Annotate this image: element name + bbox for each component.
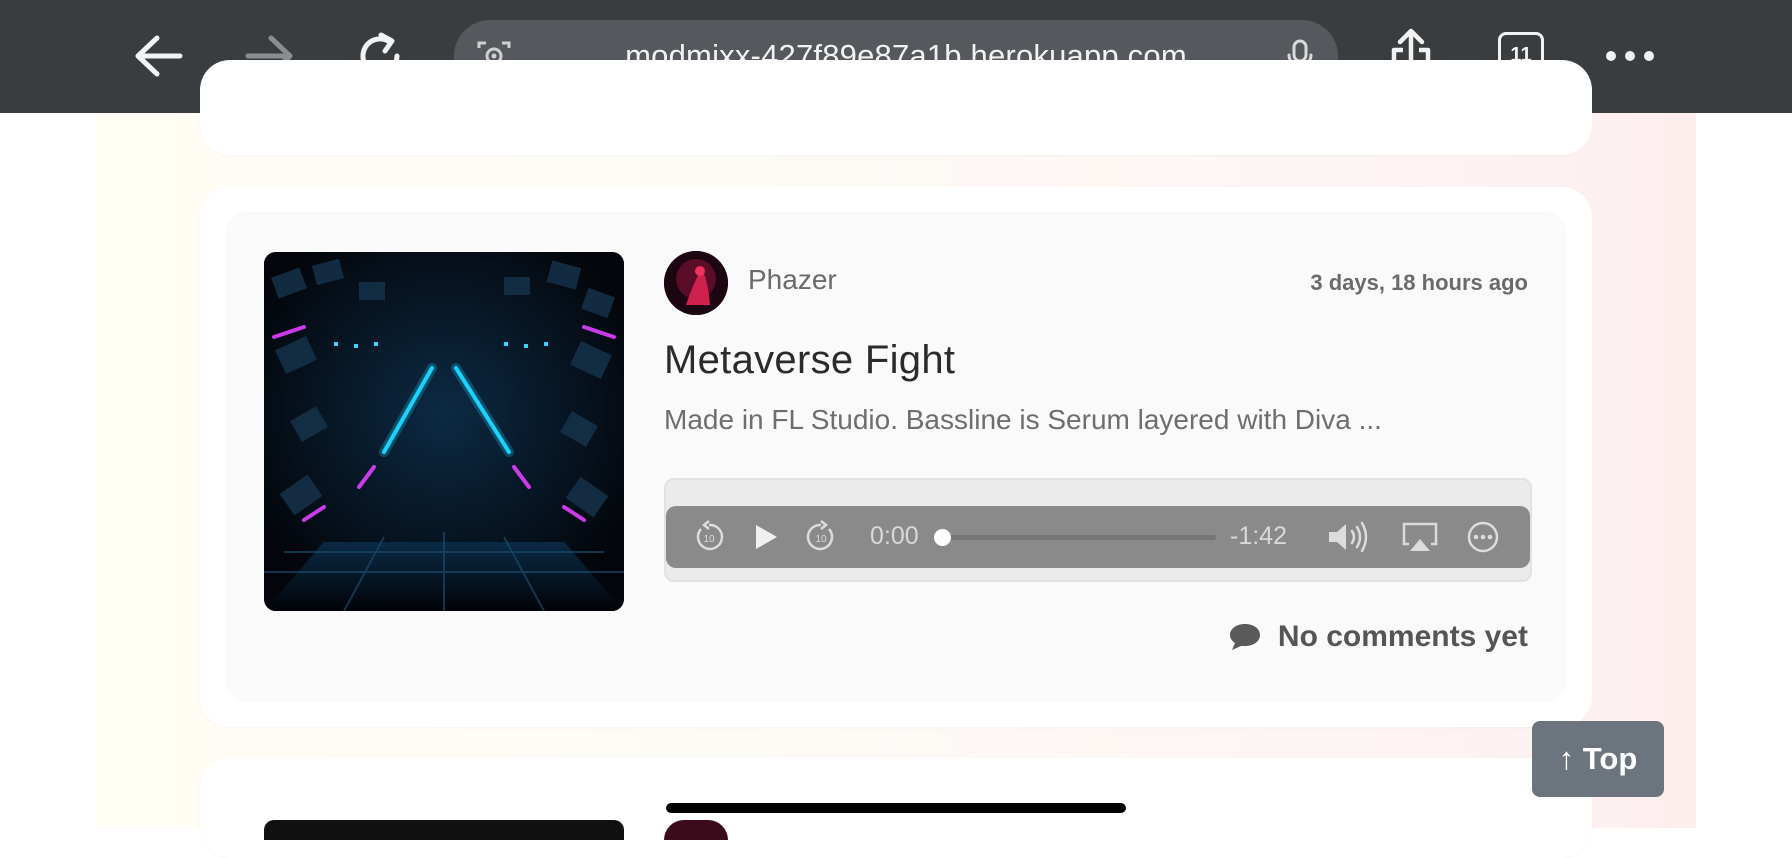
play-icon[interactable]: [748, 520, 782, 554]
seek-bar[interactable]: [940, 535, 1216, 540]
back-button[interactable]: [122, 20, 194, 92]
remaining-time: -1:42: [1230, 522, 1287, 550]
scroll-to-top-button[interactable]: ↑ Top: [1532, 721, 1664, 797]
airplay-icon[interactable]: [1400, 520, 1440, 554]
comments-link[interactable]: No comments yet: [1228, 620, 1528, 654]
audio-player: 10 10 0:00 -1:42: [666, 506, 1530, 568]
next-track-cover-image[interactable]: [264, 820, 624, 840]
scroll-to-top-label: ↑ Top: [1558, 741, 1638, 776]
more-options-icon[interactable]: [1466, 520, 1500, 554]
more-icon: [1606, 51, 1654, 61]
volume-icon[interactable]: [1326, 520, 1374, 554]
username[interactable]: Phazer: [748, 264, 837, 296]
avatar[interactable]: [664, 251, 728, 315]
more-button[interactable]: [1594, 20, 1666, 92]
skip-forward-10-icon[interactable]: 10: [804, 520, 838, 554]
back-arrow-icon: [135, 35, 183, 77]
comment-bubble-icon: [1229, 624, 1260, 650]
post-timestamp: 3 days, 18 hours ago: [1310, 270, 1528, 295]
skip-back-10-icon[interactable]: 10: [692, 520, 726, 554]
svg-text:10: 10: [815, 534, 827, 545]
svg-text:10: 10: [703, 534, 715, 545]
home-indicator: [666, 803, 1126, 813]
track-cover-image[interactable]: [264, 252, 624, 611]
previous-post-card: [200, 60, 1592, 155]
next-avatar[interactable]: [664, 820, 728, 840]
seek-handle[interactable]: [933, 529, 951, 546]
current-time: 0:00: [870, 522, 919, 550]
comments-count-label: No comments yet: [1277, 620, 1528, 653]
track-title[interactable]: Metaverse Fight: [664, 338, 955, 383]
track-description: Made in FL Studio. Bassline is Serum lay…: [664, 404, 1382, 435]
